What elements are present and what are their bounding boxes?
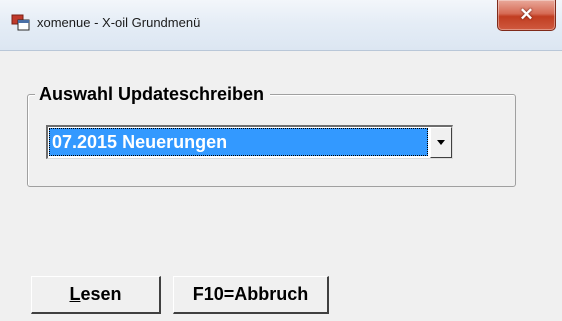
update-letter-select[interactable]: 07.2015 Neuerungen bbox=[46, 125, 453, 159]
title-bar[interactable]: xomenue - X-oil Grundmenü ✕ bbox=[0, 0, 562, 51]
app-icon bbox=[11, 14, 30, 31]
read-button-label: esen bbox=[80, 284, 122, 304]
groupbox-label: Auswahl Updateschreiben bbox=[35, 82, 271, 106]
close-button[interactable]: ✕ bbox=[497, 0, 556, 31]
window-title: xomenue - X-oil Grundmenü bbox=[37, 15, 201, 30]
chevron-down-icon bbox=[437, 140, 445, 145]
app-window: xomenue - X-oil Grundmenü ✕ Auswahl Upda… bbox=[0, 0, 562, 321]
dropdown-button[interactable] bbox=[430, 127, 452, 158]
cancel-button[interactable]: F10=Abbruch bbox=[173, 276, 329, 314]
read-button-mnemonic: L bbox=[69, 284, 81, 304]
read-button[interactable]: Lesen bbox=[31, 276, 161, 314]
close-icon: ✕ bbox=[519, 5, 534, 24]
select-selected-value[interactable]: 07.2015 Neuerungen bbox=[49, 128, 428, 156]
